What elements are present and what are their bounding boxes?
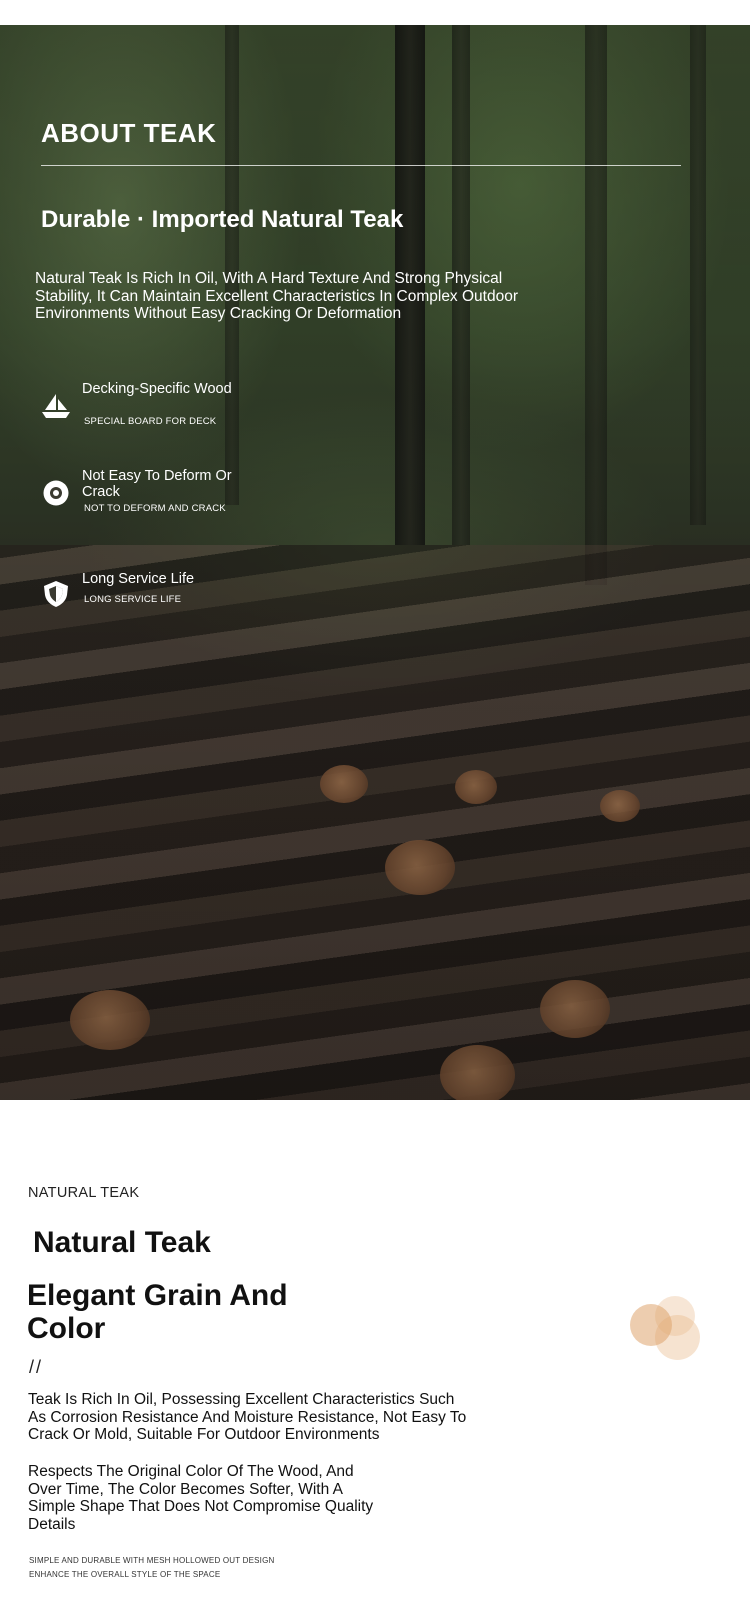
feature-decking: Decking-Specific Wood SPECIAL BOARD FOR …	[41, 381, 281, 431]
feature-sub: LONG SERVICE LIFE	[84, 594, 182, 605]
feature-sub: SPECIAL BOARD FOR DECK	[84, 416, 217, 427]
feature-service-life: Long Service Life LONG SERVICE LIFE	[41, 569, 281, 619]
feature-name: Not Easy To Deform Or Crack	[82, 468, 232, 500]
about-title: ABOUT TEAK	[41, 118, 217, 148]
hero-subtitle: Durable · Imported Natural Teak	[41, 206, 404, 233]
footer-line: SIMPLE AND DURABLE WITH MESH HOLLOWED OU…	[29, 1556, 275, 1565]
section-label: NATURAL TEAK	[28, 1185, 140, 1201]
slash-divider: //	[29, 1357, 44, 1377]
title-divider	[41, 165, 681, 166]
section-description-2: Respects The Original Color Of The Wood,…	[28, 1463, 374, 1534]
feature-sub: NOT TO DEFORM AND CRACK	[84, 503, 226, 514]
boat-icon	[42, 394, 70, 418]
decorative-circle	[630, 1304, 672, 1346]
feature-no-deform: Not Easy To Deform Or Crack NOT TO DEFOR…	[41, 468, 281, 518]
hero-shade	[0, 25, 750, 1100]
section-description: Teak Is Rich In Oil, Possessing Excellen…	[28, 1391, 467, 1444]
section-title: Natural Teak	[33, 1226, 211, 1259]
about-teak-hero	[0, 25, 750, 1100]
feature-name: Long Service Life	[82, 571, 195, 587]
section-heading: Elegant Grain And Color	[27, 1279, 288, 1345]
hero-description: Natural Teak Is Rich In Oil, With A Hard…	[35, 270, 518, 322]
feature-name: Decking-Specific Wood	[82, 381, 232, 397]
target-icon	[43, 480, 69, 506]
footer-line: ENHANCE THE OVERALL STYLE OF THE SPACE	[29, 1570, 221, 1579]
shield-icon	[44, 581, 68, 607]
